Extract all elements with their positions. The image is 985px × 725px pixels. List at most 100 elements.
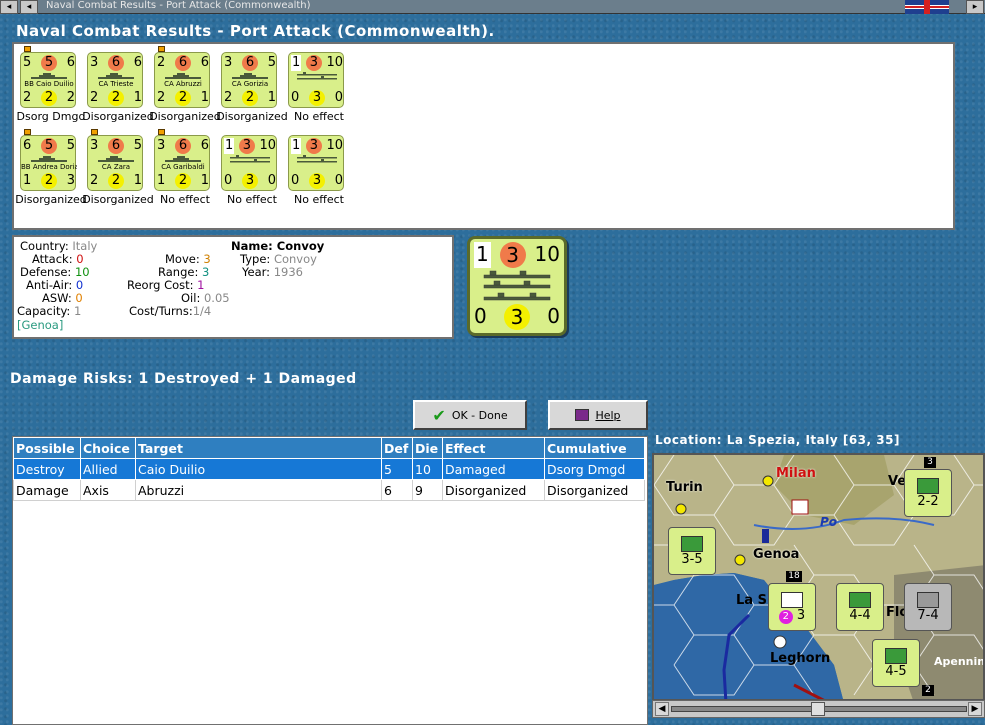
counter-top-mid: 6 — [242, 55, 258, 71]
map-scrollbar[interactable]: ◀ ▶ — [652, 700, 985, 718]
unit-counter[interactable]: 1 3 10 0 3 0 — [221, 135, 277, 191]
range-label: Range: — [158, 265, 199, 279]
capacity-value: 1 — [73, 304, 82, 318]
window-title-bar: ◂ ◂ Naval Combat Results - Port Attack (… — [0, 0, 985, 14]
counter-bot-right: 0 — [267, 173, 276, 188]
mini-map[interactable]: Turin Milan Genoa La S Leghorn Ve Apenni… — [652, 453, 985, 701]
unit-counter[interactable]: 1 3 10 0 3 0 — [288, 135, 344, 191]
col-def[interactable]: Def — [381, 437, 413, 459]
counter-bot-left: 2 — [90, 90, 99, 105]
unit-result[interactable]: 3 6 5 CA Gorizia 2 2 1 Disorganized — [216, 52, 289, 123]
scroll-thumb[interactable] — [811, 702, 825, 716]
counter-top-left: 1 — [224, 138, 235, 154]
unit-result[interactable]: 1 3 10 0 3 0 No effect — [288, 135, 356, 206]
counter-bot-left: 2 — [224, 90, 233, 105]
results-table: Possible Choice Target Def Die Effect Cu… — [13, 437, 645, 501]
unit-result[interactable]: 1 3 10 0 3 0 No effect — [221, 135, 289, 206]
convoy-ships-icon — [297, 155, 337, 163]
counter-top-right: 6 — [200, 138, 209, 153]
unit-status: Disorganized — [82, 193, 154, 206]
unit-counter[interactable]: 3 6 6 CA Garibaldi 1 2 1 — [154, 135, 210, 191]
reorg-label: Reorg Cost: — [127, 278, 194, 292]
unit-result[interactable]: 3 6 5 CA Zara 2 2 1 Disorganized — [82, 129, 155, 206]
counter-top-mid: 3 — [238, 138, 255, 154]
unit-counter[interactable]: 3 6 5 CA Zara 2 2 1 — [87, 135, 143, 191]
oil-value: 0.05 — [203, 291, 230, 305]
stack-badge: 3 — [924, 457, 936, 468]
system-menu-icon[interactable]: ◂ — [0, 0, 18, 14]
big-counter-top-mid: 3 — [499, 242, 526, 268]
counter-bot-right: 1 — [200, 173, 209, 188]
convoy-ships-icon — [297, 72, 337, 80]
counter-bot-left: 2 — [90, 173, 99, 188]
ok-done-button[interactable]: ✔ OK - Done — [413, 400, 527, 430]
unit-result[interactable]: 5 5 6 BB Caio Duilio 2 2 2 Dsorg Dmgd — [17, 46, 88, 123]
unit-result[interactable]: 1 3 10 0 3 0 No effect — [288, 52, 356, 123]
counter-top-mid: 3 — [305, 55, 322, 71]
back-icon[interactable]: ◂ — [20, 0, 38, 14]
counter-bot-mid: 2 — [108, 90, 124, 106]
unit-status: Disorganized — [149, 110, 221, 123]
counter-top-left: 3 — [224, 55, 233, 70]
counter-bot-right: 1 — [267, 90, 276, 105]
unit-status: Dsorg Dmgd — [16, 110, 86, 123]
window-title: Naval Combat Results - Port Attack (Comm… — [46, 0, 311, 11]
map-unit-selected[interactable]: 2 3 — [768, 583, 816, 631]
unit-result[interactable]: 6 5 5 BB Andrea Doria 1 2 3 Disorganized — [15, 129, 88, 206]
unit-status: No effect — [160, 193, 210, 206]
col-effect[interactable]: Effect — [442, 437, 545, 459]
unit-result[interactable]: 3 6 6 CA Trieste 2 2 1 Disorganized — [82, 52, 155, 123]
col-choice[interactable]: Choice — [80, 437, 136, 459]
antiair-value: 0 — [75, 278, 84, 292]
unit-result[interactable]: 3 6 6 CA Garibaldi 1 2 1 No effect — [154, 129, 222, 206]
counter-bot-right: 1 — [133, 90, 142, 105]
location-link[interactable]: [Genoa] — [17, 319, 63, 332]
counter-bot-mid: 2 — [175, 173, 191, 189]
table-row[interactable]: Damage Axis Abruzzi 6 9 Disorganized Dis… — [13, 479, 645, 501]
col-target[interactable]: Target — [135, 437, 382, 459]
unit-result[interactable]: 2 6 6 CA Abruzzi 2 2 1 Disorganized — [149, 46, 222, 123]
counter-top-right: 5 — [267, 55, 276, 70]
unit-counter[interactable]: 6 5 5 BB Andrea Doria 1 2 3 — [20, 135, 77, 191]
map-unit[interactable]: 3-5 — [668, 527, 716, 575]
map-unit[interactable]: 2-2 — [904, 469, 952, 517]
unit-status: Disorganized — [216, 110, 288, 123]
region-apennine: Apennin — [934, 655, 985, 668]
counter-top-right: 6 — [200, 55, 209, 70]
map-unit[interactable]: 7-4 — [904, 583, 952, 631]
counter-bot-left: 0 — [224, 173, 233, 188]
unit-counter[interactable]: 3 6 5 CA Gorizia 2 2 1 — [221, 52, 277, 108]
counter-top-right: 6 — [133, 55, 142, 70]
map-unit[interactable]: 4-5 — [872, 639, 920, 687]
col-die[interactable]: Die — [412, 437, 443, 459]
city-turin: Turin — [666, 480, 703, 495]
year-label: Year: — [242, 265, 271, 279]
forward-icon[interactable]: ▸ — [966, 0, 984, 14]
scroll-left-icon[interactable]: ◀ — [655, 702, 669, 716]
country-label: Country: — [20, 239, 69, 253]
help-button[interactable]: Help — [548, 400, 648, 430]
table-row[interactable]: Destroy Allied Caio Duilio 5 10 Damaged … — [13, 458, 645, 480]
counter-bot-mid: 2 — [175, 90, 191, 106]
counter-top-mid: 5 — [41, 138, 57, 154]
counter-bot-mid: 3 — [309, 173, 325, 189]
mech-icon — [917, 478, 939, 494]
mountain-unit-icon — [781, 592, 803, 608]
unit-counter[interactable]: 1 3 10 0 3 0 — [288, 52, 344, 108]
col-possible[interactable]: Possible — [13, 437, 81, 459]
unit-counter[interactable]: 2 6 6 CA Abruzzi 2 2 1 — [154, 52, 210, 108]
unit-counter[interactable]: 5 5 6 BB Caio Duilio 2 2 2 — [20, 52, 76, 108]
costturns-value: 1/4 — [192, 304, 212, 318]
table-cell: Disorganized — [544, 479, 645, 501]
city-leghorn: Leghorn — [770, 651, 831, 666]
table-cell: 10 — [412, 458, 443, 480]
map-unit[interactable]: 4-4 — [836, 583, 884, 631]
table-cell: Abruzzi — [135, 479, 382, 501]
unit-name: CA Abruzzi — [164, 80, 202, 88]
col-cumulative[interactable]: Cumulative — [544, 437, 645, 459]
unit-status: No effect — [227, 193, 277, 206]
scroll-right-icon[interactable]: ▶ — [968, 702, 982, 716]
unit-counter[interactable]: 3 6 6 CA Trieste 2 2 1 — [87, 52, 143, 108]
counter-bot-mid: 2 — [108, 173, 124, 189]
unit-name: CA Trieste — [98, 80, 134, 88]
